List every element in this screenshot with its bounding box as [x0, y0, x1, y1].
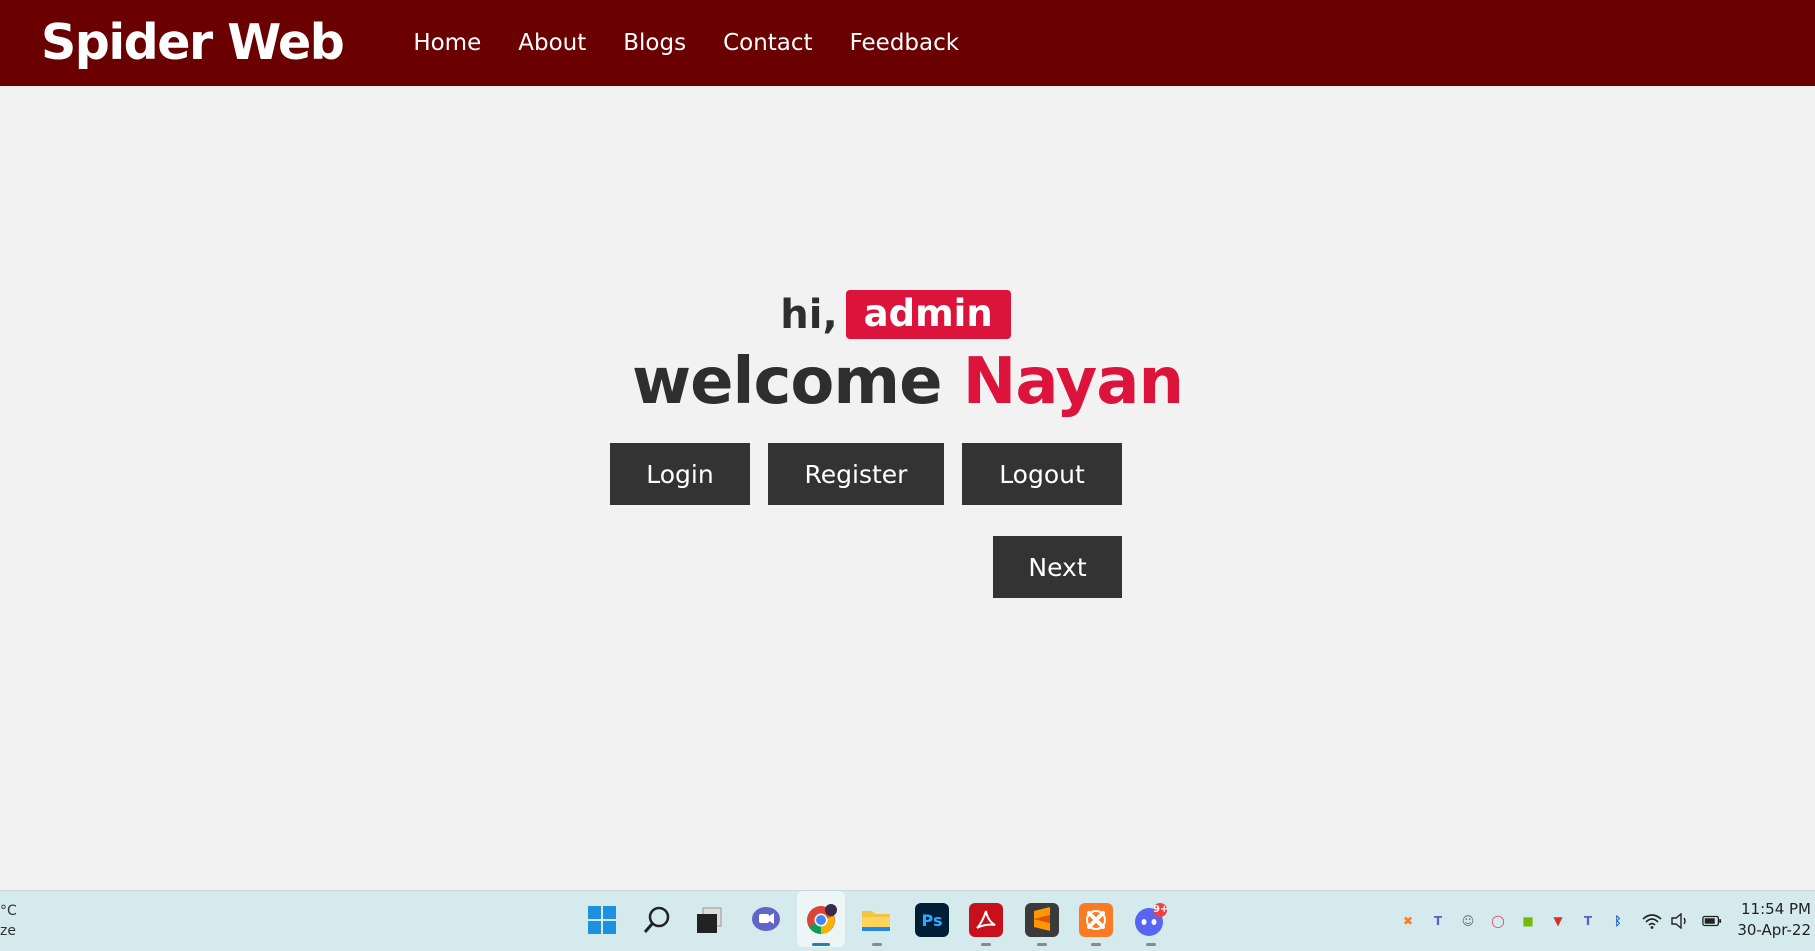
search-icon[interactable] — [640, 903, 674, 937]
chrome-icon[interactable] — [804, 903, 838, 937]
clock-date: 30-Apr-22 — [1737, 921, 1811, 939]
user-name: Nayan — [962, 345, 1184, 419]
greeting-line: hi, admin — [0, 290, 1815, 339]
welcome-heading: welcome Nayan — [0, 345, 1815, 419]
photoshop-icon[interactable]: Ps — [915, 903, 949, 937]
nav-contact[interactable]: Contact — [723, 0, 812, 86]
nav-feedback[interactable]: Feedback — [850, 0, 960, 86]
sublime-text-icon[interactable] — [1025, 903, 1059, 937]
volume-icon[interactable] — [1670, 912, 1690, 930]
tray-teams-icon-2[interactable]: T — [1578, 912, 1598, 930]
weather-text: ze — [0, 923, 16, 939]
running-indicator — [1037, 943, 1047, 946]
discord-notification-badge: 9+ — [1153, 904, 1169, 915]
teams-chat-icon[interactable] — [749, 903, 783, 937]
tray-nvidia-icon[interactable]: ■ — [1518, 912, 1538, 930]
file-explorer-icon[interactable] — [859, 903, 893, 937]
acrobat-icon[interactable] — [969, 903, 1003, 937]
tray-opera-icon[interactable]: ◯ — [1488, 912, 1508, 930]
clock-time: 11:54 PM — [1741, 900, 1811, 918]
task-view-icon[interactable] — [692, 903, 726, 937]
xampp-icon[interactable] — [1079, 903, 1113, 937]
tray-teams-icon[interactable]: T — [1428, 912, 1448, 930]
bluetooth-icon[interactable]: ᛒ — [1608, 912, 1628, 930]
nav-blogs[interactable]: Blogs — [623, 0, 686, 86]
windows-start-icon[interactable] — [585, 903, 619, 937]
site-brand[interactable]: Spider Web — [41, 0, 345, 86]
taskbar: °C ze Ps 9+ ✖ T ☺ ◯ ■ ▼ T ᛒ 11:54 PM 30-… — [0, 890, 1815, 951]
tray-xampp-icon[interactable]: ✖ — [1398, 912, 1418, 930]
battery-icon[interactable] — [1702, 912, 1722, 930]
weather-widget[interactable]: °C ze — [0, 901, 17, 941]
running-indicator — [872, 943, 882, 946]
hero: hi, admin welcome Nayan — [0, 290, 1815, 419]
greeting-text: hi, — [780, 291, 838, 338]
role-badge: admin — [845, 290, 1011, 339]
clock[interactable]: 11:54 PM 30-Apr-22 — [1737, 899, 1811, 941]
login-button[interactable]: Login — [610, 443, 750, 505]
running-indicator — [812, 943, 830, 946]
running-indicator — [1146, 943, 1156, 946]
tray-discord-icon[interactable]: ☺ — [1458, 912, 1478, 930]
next-button[interactable]: Next — [993, 536, 1122, 598]
running-indicator — [981, 943, 991, 946]
weather-temp: °C — [0, 903, 17, 919]
nav-about[interactable]: About — [518, 0, 586, 86]
tray-antivirus-icon[interactable]: ▼ — [1548, 912, 1568, 930]
nav-links: Home About Blogs Contact Feedback — [413, 0, 996, 86]
running-indicator — [1091, 943, 1101, 946]
navbar: Spider Web Home About Blogs Contact Feed… — [0, 0, 1815, 86]
wifi-icon[interactable] — [1642, 912, 1662, 930]
register-button[interactable]: Register — [768, 443, 944, 505]
logout-button[interactable]: Logout — [962, 443, 1122, 505]
nav-home[interactable]: Home — [413, 0, 481, 86]
welcome-text: welcome — [632, 345, 942, 419]
